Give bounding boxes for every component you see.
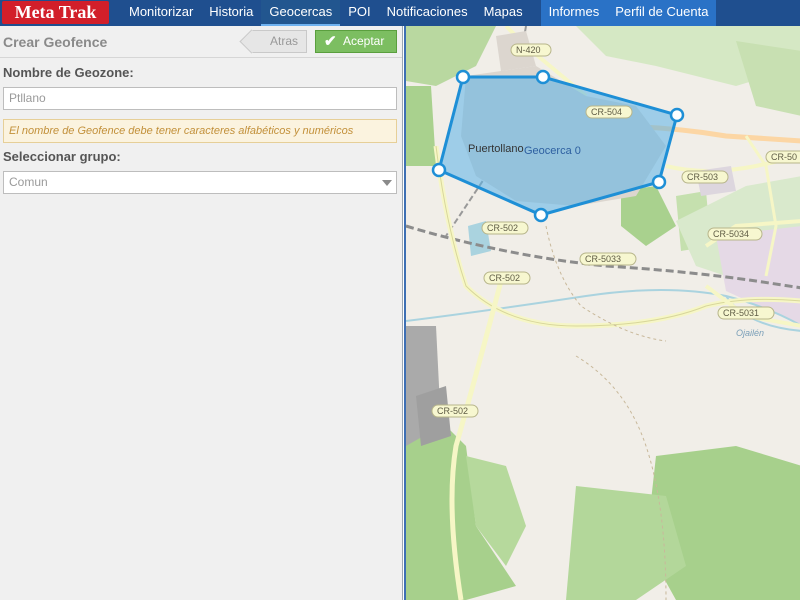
park-area <box>406 86 436 166</box>
group-select-label: Seleccionar grupo: <box>3 149 121 164</box>
svg-text:CR-504: CR-504 <box>591 107 622 117</box>
svg-text:CR-502: CR-502 <box>489 273 520 283</box>
road-shield: CR-5034 <box>707 227 763 241</box>
road-shield: CR-5031 <box>717 306 775 320</box>
svg-text:CR-5034: CR-5034 <box>713 229 749 239</box>
geofence-vertex-handle[interactable] <box>535 69 551 85</box>
nav-item-informes[interactable]: Informes <box>540 0 608 26</box>
create-geofence-panel: Crear Geofence Atras ✔ Aceptar Nombre de… <box>0 26 403 600</box>
svg-text:CR-5033: CR-5033 <box>585 254 621 264</box>
nav-item-notificaciones[interactable]: Notificaciones <box>379 0 476 26</box>
road-shield: CR-502 <box>431 404 479 418</box>
nav-item-historia[interactable]: Historia <box>201 0 261 26</box>
road-shield: CR-50 <box>765 150 800 164</box>
map-canvas[interactable]: Puertollano Geocerca 0 Ojailén N-420 CR-… <box>406 26 800 600</box>
nav-item-poi[interactable]: POI <box>340 0 378 26</box>
road-shield: CR-503 <box>681 170 729 184</box>
geozone-name-input[interactable]: Ptllano <box>3 87 397 110</box>
svg-text:CR-50: CR-50 <box>771 152 797 162</box>
svg-text:CR-502: CR-502 <box>487 223 518 233</box>
place-label-puertollano: Puertollano <box>468 143 524 155</box>
geozone-name-label: Nombre de Geozone: <box>3 65 134 80</box>
svg-text:N-420: N-420 <box>516 45 541 55</box>
river-label: Ojailén <box>736 328 764 338</box>
group-select[interactable]: Comun <box>3 171 397 194</box>
map-view[interactable]: Puertollano Geocerca 0 Ojailén N-420 CR-… <box>404 26 800 600</box>
main-nav: Monitorizar Historia Geocercas POI Notif… <box>121 0 717 26</box>
road-shield: CR-502 <box>483 271 531 285</box>
geofence-vertex-handle[interactable] <box>533 207 549 223</box>
road-shield: N-420 <box>510 43 552 57</box>
geofence-vertex-handle[interactable] <box>651 174 667 190</box>
road-shield: CR-5033 <box>579 252 637 266</box>
accept-button-label: Aceptar <box>343 34 385 48</box>
geofence-name-label: Geocerca 0 <box>524 145 581 157</box>
chevron-down-icon <box>382 180 392 186</box>
geofence-vertex-handle[interactable] <box>455 69 471 85</box>
top-navigation-bar: Meta Trak Monitorizar Historia Geocercas… <box>0 0 800 26</box>
group-select-value: Comun <box>9 175 48 189</box>
nav-item-monitorizar[interactable]: Monitorizar <box>121 0 201 26</box>
accept-button[interactable]: ✔ Aceptar <box>315 30 397 53</box>
panel-header: Crear Geofence Atras ✔ Aceptar <box>0 26 402 58</box>
panel-title: Crear Geofence <box>3 34 108 50</box>
road-shield: CR-504 <box>585 105 633 119</box>
geofence-vertex-handle[interactable] <box>431 162 447 178</box>
app-logo[interactable]: Meta Trak <box>2 1 109 24</box>
nav-item-geocercas[interactable]: Geocercas <box>261 0 341 26</box>
geofence-vertex-handle[interactable] <box>669 107 685 123</box>
checkmark-icon: ✔ <box>324 33 337 50</box>
svg-text:CR-5031: CR-5031 <box>723 308 759 318</box>
nav-item-perfil-de-cuenta[interactable]: Perfil de Cuenta <box>607 0 717 26</box>
back-button[interactable]: Atras <box>251 30 307 53</box>
svg-text:CR-502: CR-502 <box>437 406 468 416</box>
road-shield: CR-502 <box>481 221 529 235</box>
nav-item-mapas[interactable]: Mapas <box>476 0 531 26</box>
svg-text:CR-503: CR-503 <box>687 172 718 182</box>
back-button-label: Atras <box>269 34 298 48</box>
name-hint-message: El nombre de Geofence debe tener caracte… <box>3 119 397 143</box>
